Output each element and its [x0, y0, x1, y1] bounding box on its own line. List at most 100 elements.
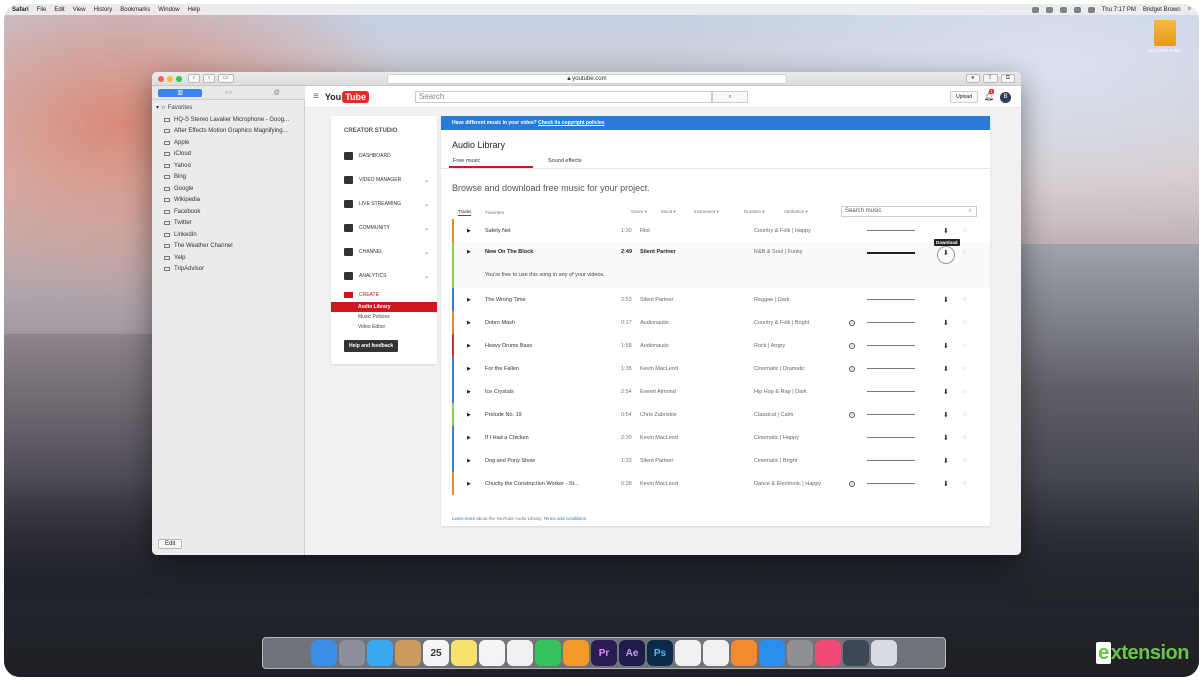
bookmark-item[interactable]: HQ-S Stereo Lavalier Microphone - Goog..…: [156, 114, 300, 126]
download-icon[interactable]: ⬇: [943, 296, 949, 304]
bookmarks-tab-icon[interactable]: ▥: [158, 88, 203, 97]
menu-help[interactable]: Help: [188, 7, 200, 13]
help-feedback-button[interactable]: Help and feedback: [344, 340, 399, 352]
waveform-bar[interactable]: [867, 437, 915, 438]
table-row[interactable]: ▶ The Wrong Time 2:53 Silent Partner Reggae …: [452, 288, 990, 311]
download-icon[interactable]: ⬇: [943, 227, 949, 235]
mood-filter[interactable]: Mood ▾: [661, 209, 676, 215]
keynote-icon[interactable]: [703, 640, 729, 666]
attribution-info-icon[interactable]: i: [849, 342, 855, 349]
play-icon[interactable]: ▶: [467, 435, 471, 441]
play-icon[interactable]: ▶: [467, 412, 471, 418]
waveform-bar[interactable]: [867, 414, 915, 415]
quicktime-icon[interactable]: [843, 640, 869, 666]
play-icon[interactable]: ▶: [467, 458, 471, 464]
copyright-policies-link[interactable]: Check its copyright policies: [538, 120, 604, 126]
clock[interactable]: Thu 7:17 PM: [1102, 7, 1136, 13]
star-icon[interactable]: ☆: [962, 411, 967, 418]
play-icon[interactable]: ▶: [467, 481, 471, 487]
star-icon[interactable]: ☆: [962, 365, 967, 372]
download-icon[interactable]: ⬇: [943, 388, 949, 396]
table-row[interactable]: ▶ Ice Crystals 2:54 Everet Almond Hip Hop & …: [452, 380, 990, 403]
table-row[interactable]: ▶ Chucky the Construction Worker - St... 0…: [452, 472, 990, 495]
close-icon[interactable]: [158, 75, 164, 82]
after-effects-icon[interactable]: Ae: [619, 640, 645, 666]
attribution-info-icon[interactable]: i: [849, 480, 855, 487]
nav-music-policies[interactable]: Music Policies: [331, 312, 437, 322]
bookmark-item[interactable]: Twitter: [156, 218, 300, 230]
bookmark-item[interactable]: The Weather Channel: [156, 241, 300, 253]
nav-video-editor[interactable]: Video Editor: [331, 322, 437, 332]
menu-bookmarks[interactable]: Bookmarks: [120, 7, 150, 13]
star-icon[interactable]: ☆: [962, 249, 967, 256]
edit-button[interactable]: Edit: [158, 539, 183, 549]
bookmark-item[interactable]: Wikipedia: [156, 195, 300, 207]
tabs-icon[interactable]: ⧉: [1000, 74, 1015, 83]
table-row[interactable]: ▶ Safety Net 1:30 Riot Country & Folk | Happ…: [452, 219, 990, 242]
menu-history[interactable]: History: [94, 7, 113, 13]
back-button[interactable]: ‹: [188, 74, 200, 83]
waveform-bar[interactable]: [867, 391, 915, 392]
finder-icon[interactable]: [311, 640, 337, 666]
nav-dashboard[interactable]: DASHBOARD: [331, 144, 437, 168]
play-icon[interactable]: ▶: [467, 297, 471, 303]
play-icon[interactable]: ▶: [467, 320, 471, 326]
learn-more-link[interactable]: Learn more: [452, 516, 475, 521]
star-icon[interactable]: ☆: [962, 342, 967, 349]
table-row[interactable]: ▶ Heavy Drums Bass 1:58 Audionautix Rock | A…: [452, 334, 990, 357]
search-input[interactable]: Search: [415, 91, 712, 103]
premiere-icon[interactable]: Pr: [591, 640, 617, 666]
search-music-input[interactable]: Search music ⌕: [841, 206, 977, 217]
photoshop-icon[interactable]: Ps: [647, 640, 673, 666]
address-bar[interactable]: 🔒︎ youtube.com: [387, 74, 787, 84]
waveform-bar[interactable]: [867, 460, 915, 461]
menu-edit[interactable]: Edit: [54, 7, 64, 13]
nav-analytics[interactable]: ANALYTICS ⌄: [331, 264, 437, 288]
download-icon[interactable]: ⬇: [943, 434, 949, 442]
bookmark-item[interactable]: TripAdvisor: [156, 264, 300, 276]
attribution-info-icon[interactable]: i: [849, 319, 855, 326]
menu-safari[interactable]: Safari: [12, 7, 29, 13]
bookmark-item[interactable]: Yelp: [156, 252, 300, 264]
upload-button[interactable]: Upload: [950, 91, 978, 103]
battery-icon[interactable]: [1087, 6, 1095, 13]
minimize-icon[interactable]: [167, 75, 173, 82]
favorites-heading[interactable]: ▾ ☆ Favorites: [156, 104, 300, 111]
safari-icon[interactable]: [367, 640, 393, 666]
instrument-filter[interactable]: Instrument ▾: [694, 209, 719, 215]
notifications-bell-icon[interactable]: 🔔︎ 1: [984, 89, 994, 102]
bookmark-item[interactable]: Apple: [156, 137, 300, 149]
nav-channel[interactable]: CHANNEL ⌄: [331, 240, 437, 264]
bookmark-item[interactable]: Google: [156, 183, 300, 195]
reading-list-tab-icon[interactable]: ○○: [206, 89, 250, 97]
nav-community[interactable]: COMMUNITY ⌄: [331, 216, 437, 240]
spotlight-icon[interactable]: ⌕: [1188, 6, 1191, 13]
table-row[interactable]: ▶ Prelude No. 19 0:54 Chris Zabriskie Classi…: [452, 403, 990, 426]
app-store-icon[interactable]: [759, 640, 785, 666]
menu-view[interactable]: View: [73, 7, 86, 13]
play-icon[interactable]: ▶: [467, 249, 471, 255]
play-icon[interactable]: ▶: [467, 228, 471, 234]
avatar[interactable]: B: [1000, 91, 1011, 103]
bookmark-item[interactable]: iCloud: [156, 149, 300, 161]
waveform-bar[interactable]: [867, 368, 915, 369]
download-icon[interactable]: ⬇: [943, 411, 949, 419]
wifi-icon[interactable]: [1073, 6, 1081, 13]
search-button[interactable]: ⌕: [712, 91, 748, 103]
zoom-icon[interactable]: [176, 75, 182, 82]
facetime-icon[interactable]: [535, 640, 561, 666]
nav-create[interactable]: CREATE: [331, 288, 437, 302]
download-icon[interactable]: ⬇: [943, 319, 949, 327]
table-row[interactable]: ▶ New On The Block 2:49 Silent Partner R&B &…: [452, 239, 990, 288]
attribution-info-icon[interactable]: i: [849, 365, 855, 372]
extension-icon[interactable]: ●: [966, 74, 980, 83]
nav-live-streaming[interactable]: LIVE STREAMING ⌄: [331, 192, 437, 216]
star-icon[interactable]: ☆: [962, 457, 967, 464]
waveform-bar[interactable]: [867, 230, 915, 231]
trash-icon[interactable]: [871, 640, 897, 666]
play-icon[interactable]: ▶: [467, 366, 471, 372]
menu-window[interactable]: Window: [158, 7, 179, 13]
terms-link[interactable]: Terms and conditions: [544, 516, 587, 521]
desktop-folder[interactable]: Document Folder: [1145, 20, 1185, 53]
nav-video-manager[interactable]: VIDEO MANAGER ⌄: [331, 168, 437, 192]
